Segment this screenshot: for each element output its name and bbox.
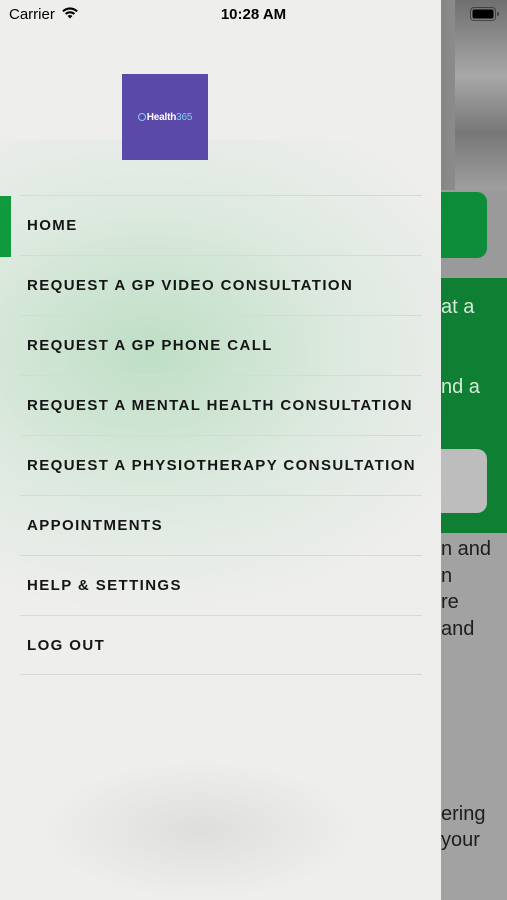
battery-icon [470, 7, 500, 25]
menu-item-home[interactable]: HOME [20, 195, 422, 255]
drawer-menu: HOME REQUEST A GP VIDEO CONSULTATION REQ… [20, 195, 422, 675]
menu-item-appointments[interactable]: APPOINTMENTS [20, 495, 422, 555]
background-panel-text: at a [441, 296, 475, 318]
background-panel-text: nd a [441, 376, 480, 398]
background-text: and [441, 618, 475, 640]
menu-item-help-settings[interactable]: HELP & SETTINGS [20, 555, 422, 615]
health365-logo[interactable]: Health365 [122, 74, 208, 160]
clock: 10:28 AM [220, 6, 287, 23]
background-text: n [441, 565, 453, 587]
menu-item-log-out[interactable]: LOG OUT [20, 615, 422, 675]
menu-item-gp-phone-call[interactable]: REQUEST A GP PHONE CALL [20, 315, 422, 375]
active-item-indicator [0, 196, 11, 257]
menu-item-gp-video-consultation[interactable]: REQUEST A GP VIDEO CONSULTATION [20, 255, 422, 315]
background-text: re [441, 591, 459, 613]
menu-item-physiotherapy-consultation[interactable]: REQUEST A PHYSIOTHERAPY CONSULTATION [20, 435, 422, 495]
background-text: ering [441, 803, 486, 825]
status-bar: Carrier 10:28 AM [0, 0, 507, 28]
background-text: your [441, 829, 480, 851]
logo-mark-icon [137, 112, 146, 121]
side-drawer: Health365 HOME REQUEST A GP VIDEO CONSUL… [0, 0, 441, 900]
background-text: n and [441, 538, 492, 560]
menu-item-mental-health-consultation[interactable]: REQUEST A MENTAL HEALTH CONSULTATION [20, 375, 422, 435]
